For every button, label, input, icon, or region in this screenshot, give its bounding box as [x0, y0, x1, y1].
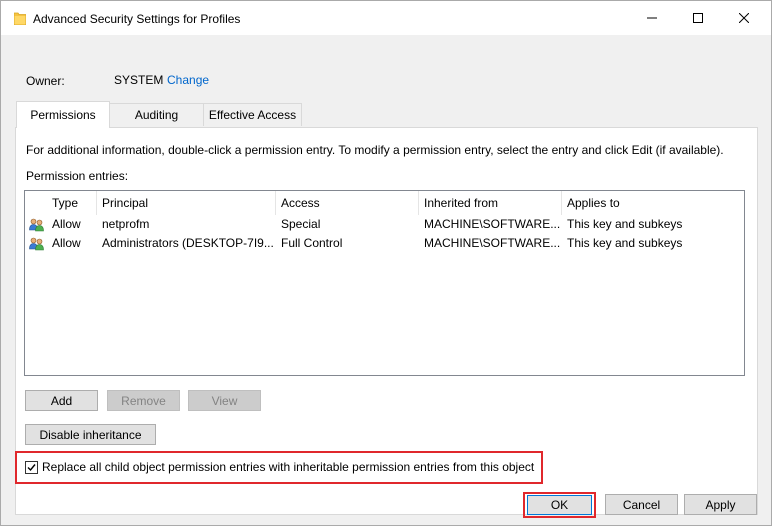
ok-button[interactable]: OK: [527, 495, 592, 515]
principal-cell: netprofm: [102, 217, 150, 231]
apply-button[interactable]: Apply: [684, 494, 757, 515]
inherited-from-cell: MACHINE\SOFTWARE...: [424, 217, 561, 231]
tab-label: Auditing: [134, 108, 179, 122]
replace-child-permissions-label[interactable]: Replace all child object permission entr…: [42, 460, 534, 474]
info-text: For additional information, double-click…: [26, 143, 724, 157]
folder-icon: [13, 11, 27, 26]
access-cell: Full Control: [281, 236, 343, 250]
column-header-principal[interactable]: Principal: [97, 191, 276, 215]
maximize-button[interactable]: [675, 1, 721, 35]
close-icon: [739, 13, 749, 23]
owner-value: SYSTEM: [114, 73, 164, 87]
column-header-access[interactable]: Access: [276, 191, 419, 215]
remove-button[interactable]: Remove: [107, 390, 180, 411]
change-owner-link[interactable]: Change: [167, 73, 209, 87]
users-icon: [29, 218, 44, 232]
check-icon: [27, 464, 36, 472]
column-header-label: Type: [52, 196, 79, 210]
column-header-label: Inherited from: [424, 196, 499, 210]
inherited-from-cell: MACHINE\SOFTWARE...: [424, 236, 561, 250]
column-header-type[interactable]: Type: [47, 191, 97, 215]
dialog-body: Owner: SYSTEM Change Permissions Auditin…: [1, 35, 771, 525]
tab-effective-access[interactable]: Effective Access: [203, 103, 302, 126]
table-row[interactable]: Allow netprofm Special MACHINE\SOFTWARE.…: [25, 215, 744, 234]
replace-child-permissions-option: Replace all child object permission entr…: [15, 451, 543, 484]
button-label: View: [211, 393, 238, 408]
title-bar[interactable]: Advanced Security Settings for Profiles: [1, 1, 771, 35]
column-header-applies-to[interactable]: Applies to: [562, 191, 744, 215]
button-label: Add: [50, 393, 73, 408]
cancel-button[interactable]: Cancel: [605, 494, 678, 515]
minimize-button[interactable]: [629, 1, 675, 35]
access-cell: Special: [281, 217, 321, 231]
permission-entries-list[interactable]: Type Principal Access Inherited from App…: [24, 190, 745, 376]
column-header-label: Applies to: [567, 196, 620, 210]
button-label: Apply: [705, 497, 736, 512]
permission-entries-label: Permission entries:: [26, 169, 129, 183]
disable-inheritance-button[interactable]: Disable inheritance: [25, 424, 156, 445]
tab-label: Effective Access: [208, 108, 297, 122]
applies-to-cell: This key and subkeys: [567, 217, 683, 231]
tab-auditing[interactable]: Auditing: [109, 103, 204, 126]
close-button[interactable]: [721, 1, 767, 35]
table-row[interactable]: Allow Administrators (DESKTOP-7I9... Ful…: [25, 234, 744, 253]
replace-child-permissions-checkbox[interactable]: [25, 461, 38, 474]
tab-permissions[interactable]: Permissions: [16, 101, 110, 128]
window-title: Advanced Security Settings for Profiles: [33, 12, 241, 26]
advanced-security-settings-window: Advanced Security Settings for Profiles …: [0, 0, 772, 526]
applies-to-cell: This key and subkeys: [567, 236, 683, 250]
tab-label: Permissions: [30, 108, 96, 122]
view-button[interactable]: View: [188, 390, 261, 411]
button-label: Cancel: [622, 497, 661, 512]
users-icon: [29, 237, 44, 251]
ok-button-highlight: OK: [523, 492, 596, 518]
owner-label: Owner:: [26, 74, 65, 88]
principal-cell: Administrators (DESKTOP-7I9...: [102, 236, 274, 250]
type-cell: Allow: [52, 217, 81, 231]
type-cell: Allow: [52, 236, 81, 250]
column-header-inherited-from[interactable]: Inherited from: [419, 191, 562, 215]
maximize-icon: [693, 13, 703, 23]
button-label: OK: [550, 498, 569, 512]
column-header-label: Access: [281, 196, 320, 210]
button-label: Disable inheritance: [39, 427, 142, 442]
button-label: Remove: [121, 393, 166, 408]
add-button[interactable]: Add: [25, 390, 98, 411]
column-header-label: Principal: [102, 196, 149, 210]
minimize-icon: [647, 17, 657, 19]
